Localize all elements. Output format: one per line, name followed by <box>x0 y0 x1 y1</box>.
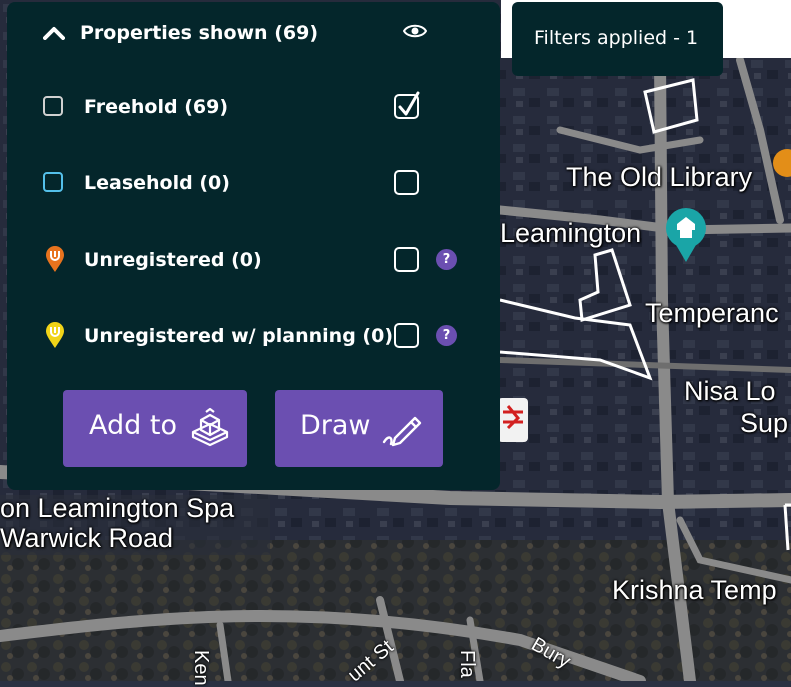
row-freehold: Freehold (69) <box>7 84 500 136</box>
add-to-button[interactable]: Add to <box>63 390 247 467</box>
leasehold-label: Leasehold (0) <box>84 172 230 194</box>
map-label-nisa-sup: Sup <box>740 408 789 438</box>
draw-button[interactable]: Draw <box>275 390 443 467</box>
chevron-up-icon[interactable] <box>43 26 65 40</box>
leasehold-checkbox[interactable] <box>394 170 419 195</box>
map-label-nisa: Nisa Lo <box>684 376 776 406</box>
unregistered-help-icon[interactable]: ? <box>436 249 457 270</box>
properties-panel: Properties shown (69) Freehold (69) Leas… <box>7 2 500 490</box>
map-label-krishna-temple: Krishna Temp <box>612 575 777 605</box>
unregistered-planning-checkbox[interactable] <box>394 323 419 348</box>
orange-pin-icon <box>46 246 64 272</box>
map-label-temperance: Temperanc <box>645 298 779 328</box>
building-stack-icon <box>191 407 229 447</box>
panel-header[interactable]: Properties shown (69) <box>7 2 500 66</box>
freehold-checkbox[interactable] <box>394 91 420 119</box>
map-label-leamington: Leamington <box>500 218 642 248</box>
draw-button-label: Draw <box>300 410 371 441</box>
filters-applied-badge[interactable]: Filters applied - 1 <box>512 2 723 76</box>
leasehold-square-icon <box>43 172 63 192</box>
panel-title: Properties shown (69) <box>80 22 319 44</box>
add-to-button-label: Add to <box>89 410 177 441</box>
freehold-label: Freehold (69) <box>84 96 229 118</box>
freehold-square-icon <box>43 96 63 116</box>
map-label-warwick-road: Warwick Road <box>0 523 174 553</box>
map-label-old-library: The Old Library <box>566 162 753 192</box>
unregistered-planning-help-icon[interactable]: ? <box>436 325 457 346</box>
street-label-fla: Fla <box>456 650 478 678</box>
unregistered-planning-label: Unregistered w/ planning (0) <box>84 325 394 347</box>
unregistered-label: Unregistered (0) <box>84 249 262 271</box>
street-label-ken: Ken <box>190 650 212 686</box>
map-label-leamington-spa: on Leamington Spa <box>0 493 235 523</box>
yellow-pin-icon <box>46 322 64 348</box>
unregistered-checkbox[interactable] <box>394 247 419 272</box>
pencil-draw-icon <box>382 416 422 447</box>
checkmark-icon <box>398 91 420 116</box>
row-unregistered-planning: Unregistered w/ planning (0) ? <box>7 313 500 365</box>
row-unregistered: Unregistered (0) ? <box>7 237 500 289</box>
filters-applied-label: Filters applied - 1 <box>534 27 699 49</box>
row-leasehold: Leasehold (0) <box>7 160 500 212</box>
eye-icon[interactable] <box>403 22 427 40</box>
